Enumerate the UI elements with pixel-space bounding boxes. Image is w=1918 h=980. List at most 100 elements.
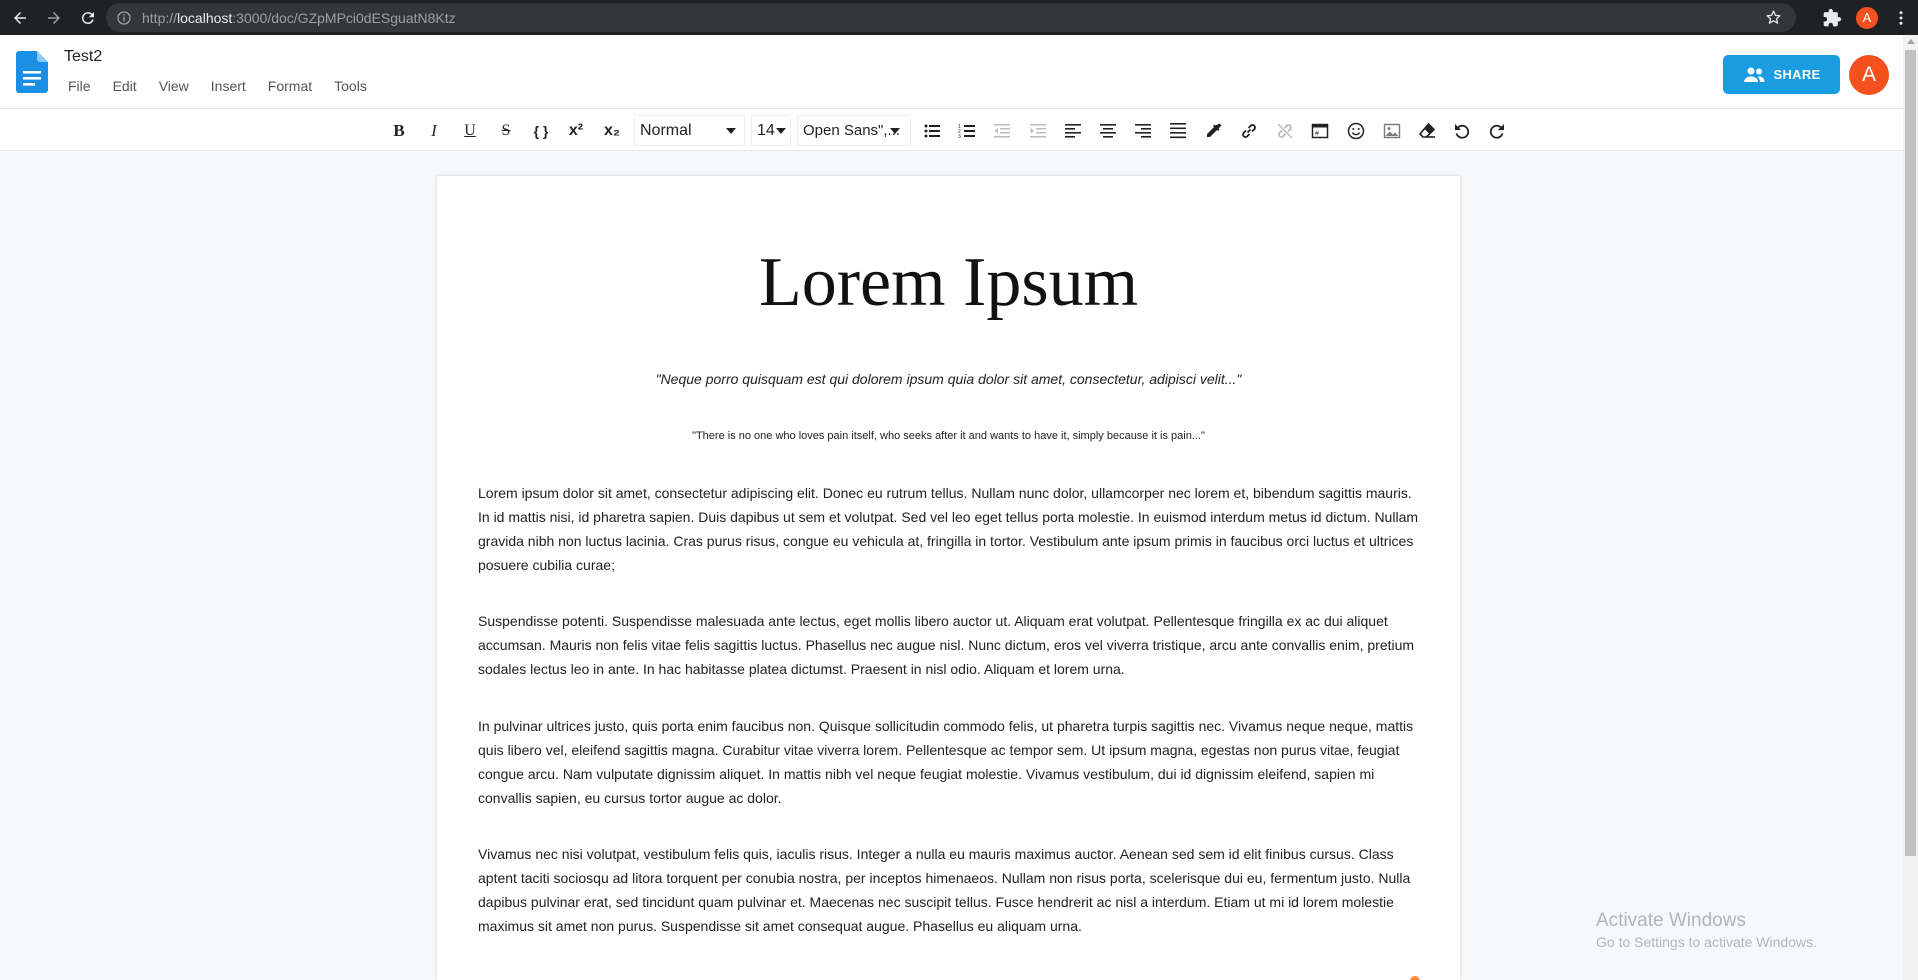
unlink-icon [1277, 123, 1293, 139]
bullet-list-icon [924, 124, 940, 138]
forward-button[interactable] [40, 4, 68, 32]
align-center-icon [1100, 124, 1116, 138]
menu-format[interactable]: Format [268, 78, 312, 94]
arrow-right-icon [48, 11, 60, 24]
document-quote-english[interactable]: "There is no one who loves pain itself, … [437, 430, 1460, 442]
underline-button[interactable]: U [458, 119, 482, 143]
browser-toolbar: http://localhost:3000/doc/GZpMPci0dESgua… [0, 0, 1918, 35]
image-icon [1383, 123, 1401, 139]
url-scheme: http:// [142, 9, 178, 26]
back-button[interactable] [6, 4, 34, 32]
align-left-button[interactable] [1061, 119, 1085, 143]
font-family-select-value: Open Sans",... [803, 122, 901, 139]
chevron-down-icon [776, 128, 786, 134]
info-icon[interactable] [116, 10, 132, 26]
heading-select-value: Normal [640, 121, 692, 139]
align-justify-icon [1170, 123, 1186, 139]
browser-profile-avatar[interactable]: A [1856, 6, 1878, 29]
subscript-button[interactable]: x₂ [600, 119, 624, 143]
link-icon [1242, 124, 1256, 138]
people-icon [1744, 67, 1765, 82]
smiley-icon [1347, 122, 1365, 140]
numbered-list-icon: 123 [958, 124, 975, 140]
scrollbar-thumb[interactable] [1905, 50, 1916, 856]
more-vert-icon[interactable] [1892, 8, 1910, 28]
bookmark-star-icon[interactable] [1765, 9, 1782, 26]
document-page[interactable]: Lorem Ipsum "Neque porro quisquam est qu… [437, 176, 1460, 980]
svg-text:3: 3 [958, 134, 961, 140]
color-picker-button[interactable] [1202, 119, 1226, 143]
user-avatar[interactable]: A [1849, 55, 1889, 95]
share-label: SHARE [1773, 67, 1821, 82]
align-center-button[interactable] [1096, 119, 1120, 143]
undo-icon [1455, 124, 1470, 139]
redo-button[interactable] [1485, 119, 1509, 143]
document-logo-icon[interactable] [16, 51, 48, 93]
share-button[interactable]: SHARE [1723, 55, 1840, 94]
page-scrollbar[interactable] [1903, 35, 1918, 980]
document-title[interactable]: Test2 [64, 48, 102, 66]
watermark-title: Activate Windows [1596, 910, 1746, 931]
undo-button[interactable] [1450, 119, 1474, 143]
strikethrough-button[interactable]: S [494, 119, 518, 143]
collaborator-cursor [1410, 976, 1420, 980]
align-left-icon [1065, 124, 1081, 138]
address-bar[interactable]: http://localhost:3000/doc/GZpMPci0dESgua… [106, 3, 1796, 32]
url-host: localhost [177, 9, 233, 26]
embed-icon: # [1311, 123, 1329, 139]
scroll-up-arrow[interactable] [1907, 39, 1915, 44]
menu-insert[interactable]: Insert [211, 78, 246, 94]
emoji-button[interactable] [1344, 119, 1368, 143]
embed-button[interactable]: # [1308, 119, 1332, 143]
puzzle-icon[interactable] [1822, 8, 1842, 28]
document-paragraph[interactable]: In pulvinar ultrices justo, quis porta e… [478, 714, 1425, 810]
clear-formatting-button[interactable] [1415, 119, 1439, 143]
align-right-icon [1135, 124, 1151, 138]
document-paragraph[interactable]: Suspendisse potenti. Suspendisse malesua… [478, 609, 1425, 681]
indent-icon [1030, 124, 1046, 138]
activate-windows-watermark: Activate Windows Go to Settings to activ… [1596, 910, 1817, 950]
document-quote-latin[interactable]: "Neque porro quisquam est qui dolorem ip… [437, 371, 1460, 387]
document-paragraph[interactable]: Vivamus nec nisi volutpat, vestibulum fe… [478, 842, 1425, 938]
outdent-button[interactable] [990, 119, 1014, 143]
svg-text:#: # [1315, 131, 1319, 138]
unlink-button[interactable] [1273, 119, 1297, 143]
app-header: Test2 File Edit View Insert Format Tools… [0, 35, 1903, 108]
code-button[interactable]: { } [529, 119, 553, 143]
outdent-icon [994, 124, 1010, 138]
redo-icon [1489, 124, 1504, 139]
editor-toolbar: B I U S { } x² x₂ Normal 14 Open Sans",.… [0, 108, 1903, 151]
italic-button[interactable]: I [422, 119, 446, 143]
menu-tools[interactable]: Tools [334, 78, 367, 94]
bullet-list-button[interactable] [920, 119, 944, 143]
document-heading[interactable]: Lorem Ipsum [437, 243, 1460, 323]
reload-button[interactable] [74, 4, 102, 32]
document-paragraph[interactable]: Lorem ipsum dolor sit amet, consectetur … [478, 481, 1425, 577]
align-justify-button[interactable] [1166, 119, 1190, 143]
bold-button[interactable]: B [387, 119, 411, 143]
eraser-icon [1418, 122, 1436, 138]
browser-actions: A [1822, 0, 1918, 35]
superscript-button[interactable]: x² [564, 119, 588, 143]
link-button[interactable] [1237, 119, 1261, 143]
heading-select[interactable]: Normal [634, 115, 745, 146]
font-size-select-value: 14 [757, 121, 775, 139]
reload-icon [81, 11, 94, 24]
url-text: http://localhost:3000/doc/GZpMPci0dESgua… [142, 10, 456, 26]
menu-edit[interactable]: Edit [113, 78, 137, 94]
numbered-list-button[interactable]: 123 [955, 119, 979, 143]
font-family-select[interactable]: Open Sans",... [797, 115, 911, 146]
eyedropper-icon [1207, 123, 1222, 137]
watermark-subtitle: Go to Settings to activate Windows. [1596, 934, 1817, 950]
menu-view[interactable]: View [159, 78, 189, 94]
chevron-down-icon [726, 128, 736, 134]
menu-file[interactable]: File [68, 78, 91, 94]
indent-button[interactable] [1026, 119, 1050, 143]
url-path: :3000/doc/GZpMPci0dESguatN8Ktz [232, 9, 456, 26]
font-size-select[interactable]: 14 [751, 115, 791, 146]
menu-bar: File Edit View Insert Format Tools [68, 78, 389, 94]
arrow-left-icon [14, 11, 26, 24]
image-button[interactable] [1380, 119, 1404, 143]
chevron-down-icon [890, 128, 900, 134]
align-right-button[interactable] [1131, 119, 1155, 143]
